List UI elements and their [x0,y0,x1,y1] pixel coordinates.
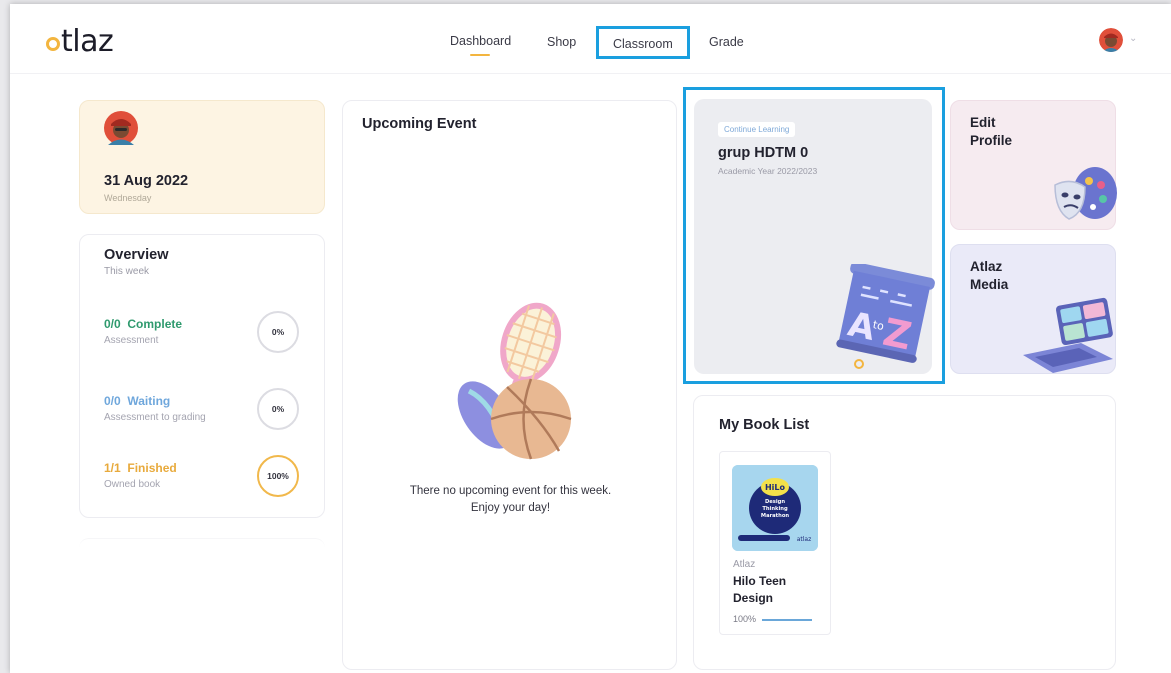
academic-year: Academic Year 2022/2023 [718,166,818,176]
stat-value: 0/0 [104,317,121,331]
overview-subtitle: This week [104,266,150,277]
nav-dashboard[interactable]: Dashboard [450,34,512,56]
svg-text:Marathon: Marathon [761,513,789,519]
book-list-title: My Book List [719,417,810,433]
book-author: Atlaz [733,559,756,570]
date-card: 31 Aug 2022 Wednesday [79,100,325,214]
app-window: tlaz Dashboard Shop Classroom Grade ⌄ 31… [10,4,1171,673]
cover-badge-text: HiLo [765,483,786,492]
edit-profile-title: Edit Profile [970,115,1013,148]
book-cover-image: HiLo Design Thinking Marathon atlaz [732,465,818,551]
book-title: Hilo Teen Design [733,574,787,605]
upcoming-event-title: Upcoming Event [362,116,477,132]
book-progress-bar [762,619,812,621]
svg-text:Thinking: Thinking [762,506,788,512]
nav-classroom[interactable]: Classroom [596,26,690,59]
continue-learning-badge: Continue Learning [718,122,796,137]
edit-profile-card[interactable]: Edit Profile [950,100,1117,230]
progress-ring: 0% [257,388,299,430]
theater-masks-palette-icon [1054,167,1117,220]
faded-card-placeholder [79,538,325,673]
nav-shop[interactable]: Shop [547,35,576,49]
continue-learning-card[interactable]: Continue Learning grup HDTM 0 Academic Y… [694,99,935,374]
stat-waiting: 0/0 Waiting Assessment to grading 0% [104,388,304,430]
book-item[interactable]: HiLo Design Thinking Marathon atlaz Atla… [719,451,831,635]
nav-dashboard-label: Dashboard [450,34,512,48]
user-avatar[interactable] [1099,28,1123,52]
chevron-down-icon[interactable]: ⌄ [1129,33,1137,44]
atlaz-media-card[interactable]: Atlaz Media [950,244,1116,374]
stat-finished: 1/1 Finished Owned book 100% [104,455,304,497]
overview-title: Overview [104,247,169,263]
stat-complete: 0/0 Complete Assessment 0% [104,311,304,353]
upcoming-event-card: Upcoming Event There no upcoming event f… [342,100,677,670]
stat-value: 0/0 [104,394,121,408]
stat-status: Complete [127,317,183,331]
book-progress-label: 100% [733,614,757,624]
sports-balls-icon [457,302,572,460]
empty-event-message: There no upcoming event for this week. E… [409,485,612,514]
current-date: 31 Aug 2022 [104,173,189,189]
atlaz-media-title: Atlaz Media [970,259,1009,292]
cover-brand-text: atlaz [797,536,812,543]
stat-status: Waiting [127,394,171,408]
svg-text:Design: Design [765,499,785,505]
laptop-media-icon [1023,297,1113,373]
main-nav: Dashboard Shop Classroom Grade [10,26,1171,59]
a-to-z-board-icon: A to Z [836,264,935,369]
stat-value: 1/1 [104,461,121,475]
progress-ring: 100% [257,455,299,497]
my-book-list-card: My Book List HiLo Design Thinking Marath… [693,395,1116,670]
active-underline [470,54,490,56]
progress-ring: 0% [257,311,299,353]
book-cover-art: HiLo Design Thinking Marathon atlaz [732,465,818,551]
stat-status: Finished [127,461,177,475]
nav-grade[interactable]: Grade [709,35,744,49]
book-progress-fill [762,619,812,621]
profile-avatar[interactable] [104,111,138,145]
nav-classroom-label: Classroom [613,37,673,51]
class-title: grup HDTM 0 [718,145,809,161]
top-header: tlaz Dashboard Shop Classroom Grade ⌄ [10,4,1171,74]
overview-card: Overview This week 0/0 Complete Assessme… [79,234,325,518]
current-day: Wednesday [104,193,152,203]
